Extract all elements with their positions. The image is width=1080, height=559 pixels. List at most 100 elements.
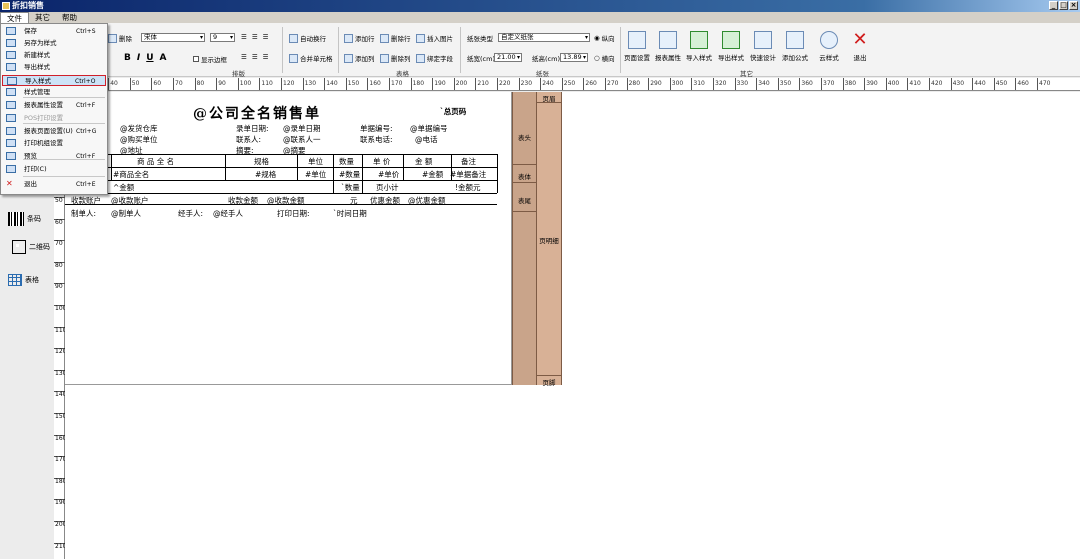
exit-button[interactable]: ✕ 退出: [847, 31, 873, 63]
field-print-date[interactable]: `时间日期: [333, 208, 367, 219]
add-formula-button[interactable]: 添加公式: [782, 31, 808, 62]
file-menu-item[interactable]: 另存为样式: [2, 38, 106, 49]
field-warehouse[interactable]: @发货仓库: [120, 123, 158, 134]
field-qty-total[interactable]: `数量: [341, 182, 360, 193]
band-body[interactable]: 表体: [513, 171, 536, 181]
page-setup-icon: [628, 31, 646, 49]
delete-col-icon: [380, 53, 389, 63]
cloud-style-button[interactable]: 云样式: [816, 31, 842, 62]
file-menu-item[interactable]: 打印(C): [2, 164, 106, 175]
file-menu-item[interactable]: 导入样式 Ctrl+O: [2, 75, 106, 86]
bold-button[interactable]: B: [124, 53, 131, 63]
menu-item-shortcut: [76, 62, 106, 73]
cell-remark[interactable]: #单据备注: [450, 169, 486, 180]
col-header-qty[interactable]: 数量: [339, 156, 354, 167]
ruler-tick: 400: [885, 78, 899, 90]
palette-qrcode[interactable]: 二维码: [12, 240, 50, 254]
file-menu-item[interactable]: 保存 Ctrl+S: [2, 26, 106, 37]
bind-field-button[interactable]: 绑定字段: [416, 53, 453, 63]
ruler-tick: 190: [54, 499, 67, 507]
valign-buttons[interactable]: ☰ ☰ ☰: [241, 53, 268, 61]
file-menu-item[interactable]: 导出样式: [2, 62, 106, 73]
add-row-button[interactable]: 添加行: [344, 33, 375, 43]
landscape-radio[interactable]: ○ 横向: [594, 53, 615, 63]
paper-width-input[interactable]: 21.00: [494, 53, 522, 62]
menu-item-label: 导出样式: [24, 63, 50, 71]
menubar: 文件 其它 帮助: [0, 12, 1080, 23]
col-header-name[interactable]: 商 品 全 名: [137, 156, 174, 167]
menu-item-shortcut: Ctrl+S: [76, 28, 96, 35]
field-order-date[interactable]: @录单日期: [283, 123, 321, 134]
page-number-field[interactable]: `总页码: [440, 106, 466, 117]
close-button[interactable]: ×: [1069, 1, 1078, 10]
ruler-tick: 250: [561, 78, 575, 90]
file-menu-item[interactable]: 打印机组设置: [2, 138, 106, 149]
menu-other[interactable]: 其它: [29, 12, 56, 23]
export-style-button[interactable]: 导出样式: [718, 31, 744, 62]
menu-item-label: 保存: [24, 27, 37, 35]
font-size-select[interactable]: 9: [210, 33, 235, 42]
page-setup-button[interactable]: 页面设置: [624, 31, 650, 62]
delete-button[interactable]: 删除: [108, 33, 132, 43]
menu-item-shortcut: Ctrl+F: [76, 102, 96, 109]
label-contact: 联系人:: [236, 135, 262, 144]
cell-price[interactable]: #单价: [378, 169, 399, 180]
file-menu-item[interactable]: 报表属性设置 Ctrl+F: [2, 100, 106, 111]
maximize-button[interactable]: □: [1059, 1, 1068, 10]
underline-button[interactable]: U: [146, 53, 153, 63]
band-page-footer[interactable]: 页脚: [537, 377, 561, 387]
menu-file[interactable]: 文件: [0, 12, 29, 23]
col-header-price[interactable]: 单 价: [373, 156, 390, 167]
auto-wrap-button[interactable]: 自动换行: [289, 33, 326, 43]
paper-type-select[interactable]: 自定义纸张: [498, 33, 590, 42]
insert-image-button[interactable]: 插入图片: [416, 33, 453, 43]
font-name-select[interactable]: 宋体: [141, 33, 205, 42]
cell-qty[interactable]: #数量: [339, 169, 360, 180]
italic-button[interactable]: I: [137, 53, 140, 63]
field-amount-yuan[interactable]: !金额元: [455, 182, 481, 193]
file-menu-item[interactable]: 报表页面设置(U) Ctrl+G: [2, 126, 106, 137]
delete-col-button[interactable]: 删除列: [380, 53, 411, 63]
band-footer[interactable]: 表尾: [513, 195, 536, 205]
band-header[interactable]: 表头: [513, 132, 536, 142]
field-handler[interactable]: @经手人: [213, 208, 243, 219]
minimize-button[interactable]: _: [1049, 1, 1058, 10]
report-props-button[interactable]: 报表属性: [655, 31, 681, 62]
field-buyer[interactable]: @购买单位: [120, 134, 158, 145]
file-menu-item[interactable]: ✕ 退出 Ctrl+E: [2, 179, 106, 190]
field-creator[interactable]: @制单人: [111, 208, 141, 219]
merge-cells-button[interactable]: 合并单元格: [289, 53, 333, 63]
cell-spec[interactable]: #规格: [255, 169, 276, 180]
delete-icon: [108, 33, 117, 43]
show-border-checkbox[interactable]: 显示边框: [193, 54, 227, 64]
ruler-tick: 40: [108, 78, 118, 90]
font-color-button[interactable]: A: [160, 53, 167, 63]
design-canvas[interactable]: @公司全名销售单 `总页码 @发货仓库 录单日期: @录单日期 单据编号: @单…: [65, 92, 1080, 559]
col-header-spec[interactable]: 规格: [254, 156, 269, 167]
cell-product-name[interactable]: #商品全名: [113, 169, 149, 180]
col-header-unit[interactable]: 单位: [308, 156, 323, 167]
cell-amount[interactable]: #金额: [422, 169, 443, 180]
align-buttons[interactable]: ☰ ☰ ☰: [241, 33, 268, 41]
import-style-button[interactable]: 导入样式: [686, 31, 712, 62]
report-title[interactable]: @公司全名销售单: [193, 103, 321, 123]
field-phone[interactable]: @电话: [415, 134, 438, 145]
paper-height-input[interactable]: 13.89: [560, 53, 588, 62]
quick-design-button[interactable]: 快速设计: [750, 31, 776, 62]
file-menu-item[interactable]: 新建样式: [2, 50, 106, 61]
col-header-amount[interactable]: 金 额: [415, 156, 432, 167]
cell-unit[interactable]: #单位: [305, 169, 326, 180]
col-header-remark[interactable]: 备注: [461, 156, 476, 167]
field-amount-total[interactable]: ^金额: [113, 182, 134, 193]
palette-barcode[interactable]: 条码: [8, 212, 41, 226]
menu-help[interactable]: 帮助: [56, 12, 83, 23]
palette-table[interactable]: 表格: [8, 274, 39, 286]
band-page-detail[interactable]: 页明细: [537, 235, 561, 245]
ruler-tick: 340: [756, 78, 770, 90]
file-menu-item[interactable]: 预览 Ctrl+F: [2, 151, 106, 162]
delete-row-button[interactable]: 删除行: [380, 33, 411, 43]
field-order-no[interactable]: @单据编号: [410, 123, 448, 134]
add-col-button[interactable]: 添加列: [344, 53, 375, 63]
portrait-radio[interactable]: ◉ 纵向: [594, 33, 615, 43]
field-contact[interactable]: @联系人一: [283, 134, 321, 145]
